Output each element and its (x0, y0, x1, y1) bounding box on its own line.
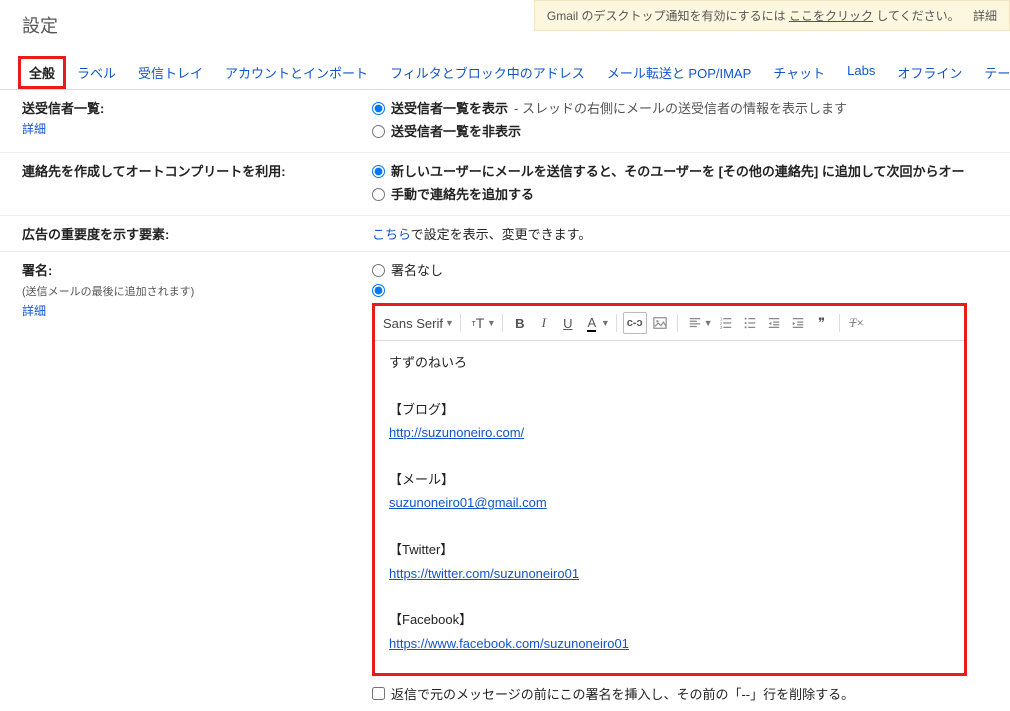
tab-filters[interactable]: フィルタとブロック中のアドレス (379, 56, 596, 89)
outdent-icon (767, 316, 781, 330)
numbered-list-icon: 123 (719, 316, 733, 330)
chevron-down-icon[interactable]: ▼ (487, 318, 496, 328)
signature-label: 署名: (22, 263, 52, 278)
tab-offline[interactable]: オフライン (886, 56, 973, 89)
bullet-list-icon (743, 316, 757, 330)
ads-desc: で設定を表示、変更できます。 (411, 227, 592, 242)
row-ads: 広告の重要度を示す要素: こちらで設定を表示、変更できます。 (0, 216, 1010, 252)
numbered-list-button[interactable]: 123 (715, 312, 737, 334)
insert-image-button[interactable] (649, 312, 671, 334)
senders-show-desc: - スレッドの右側にメールの送受信者の情報を表示します (514, 98, 847, 117)
tab-more[interactable]: テー (973, 56, 1010, 89)
notice-text: Gmail のデスクトップ通知を有効にするには (547, 9, 786, 23)
font-family-selector[interactable]: Sans Serif (383, 316, 447, 331)
blockquote-button[interactable]: ❞ (811, 312, 833, 334)
signature-note: (送信メールの最後に追加されます) (22, 283, 372, 299)
contacts-manual-label: 手動で連絡先を追加する (391, 184, 534, 203)
separator-icon (616, 314, 617, 332)
signature-textarea[interactable]: すずのねいろ 【ブログ】 http://suzunoneiro.com/ 【メー… (375, 341, 964, 673)
contacts-label: 連絡先を作成してオートコンプリートを利用: (22, 164, 286, 179)
senders-show-label: 送受信者一覧を表示 (391, 98, 508, 117)
sig-blog-link[interactable]: http://suzunoneiro.com/ (389, 425, 524, 440)
senders-hide-label: 送受信者一覧を非表示 (391, 121, 521, 140)
contacts-auto-radio[interactable] (372, 165, 385, 178)
image-icon (653, 316, 667, 330)
bullet-list-button[interactable] (739, 312, 761, 334)
signature-use-radio[interactable] (372, 284, 385, 297)
separator-icon (460, 314, 461, 332)
tab-labels[interactable]: ラベル (66, 56, 127, 89)
sig-mail-link[interactable]: suzunoneiro01@gmail.com (389, 495, 547, 510)
underline-button[interactable]: U (557, 312, 579, 334)
text-color-button[interactable]: A (581, 312, 603, 334)
indent-more-button[interactable] (787, 312, 809, 334)
notice-enable-link[interactable]: ここをクリック (789, 9, 873, 23)
sig-line-name: すずのねいろ (389, 351, 950, 374)
signature-none-label: 署名なし (391, 260, 443, 279)
sig-twitter-link[interactable]: https://twitter.com/suzunoneiro01 (389, 566, 579, 581)
signature-none-radio[interactable] (372, 264, 385, 277)
tab-inbox[interactable]: 受信トレイ (127, 56, 214, 89)
signature-editor-highlight: Sans Serif ▼ тT ▼ B I U A ▼ c-ɔ (372, 303, 967, 676)
signature-reply-label: 返信で元のメッセージの前にこの署名を挿入し、その前の「--」行を削除する。 (391, 684, 854, 703)
tab-general-highlight: 全般 (18, 56, 66, 89)
link-button[interactable]: c-ɔ (623, 312, 647, 334)
align-left-icon (688, 316, 702, 330)
signature-detail-link[interactable]: 詳細 (22, 302, 46, 319)
font-size-selector[interactable]: тT (467, 312, 489, 334)
indent-less-button[interactable] (763, 312, 785, 334)
senders-label: 送受信者一覧: (22, 101, 104, 116)
tab-general[interactable]: 全般 (29, 66, 55, 81)
senders-hide-radio[interactable] (372, 125, 385, 138)
italic-button[interactable]: I (533, 312, 555, 334)
sig-twitter-label: 【Twitter】 (389, 538, 950, 561)
ads-label: 広告の重要度を示す要素: (22, 227, 169, 242)
bold-button[interactable]: B (509, 312, 531, 334)
sig-blog-label: 【ブログ】 (389, 398, 950, 421)
row-signature: 署名: (送信メールの最後に追加されます) 詳細 署名なし Sans Serif… (0, 252, 1010, 711)
indent-icon (791, 316, 805, 330)
chevron-down-icon[interactable]: ▼ (704, 318, 713, 328)
row-contacts: 連絡先を作成してオートコンプリートを利用: 新しいユーザーにメールを送信すると、… (0, 153, 1010, 216)
settings-tabs: 全般 ラベル 受信トレイ アカウントとインポート フィルタとブロック中のアドレス… (0, 56, 1010, 90)
chevron-down-icon[interactable]: ▼ (601, 318, 610, 328)
separator-icon (677, 314, 678, 332)
sig-facebook-label: 【Facebook】 (389, 608, 950, 631)
contacts-auto-label: 新しいユーザーにメールを送信すると、そのユーザーを [その他の連絡先] に追加し… (391, 161, 964, 180)
align-button[interactable] (684, 312, 706, 334)
notice-suffix: してください。 (876, 9, 959, 23)
chevron-down-icon[interactable]: ▼ (445, 318, 454, 328)
senders-detail-link[interactable]: 詳細 (22, 120, 46, 137)
signature-reply-checkbox[interactable] (372, 687, 385, 700)
tab-accounts[interactable]: アカウントとインポート (214, 56, 379, 89)
contacts-manual-radio[interactable] (372, 188, 385, 201)
senders-show-radio[interactable] (372, 102, 385, 115)
separator-icon (839, 314, 840, 332)
tab-labs[interactable]: Labs (836, 56, 886, 89)
sig-facebook-link[interactable]: https://www.facebook.com/suzunoneiro01 (389, 636, 629, 651)
desktop-notification-notice: Gmail のデスクトップ通知を有効にするには ここをクリック してください。 … (534, 0, 1010, 31)
signature-toolbar: Sans Serif ▼ тT ▼ B I U A ▼ c-ɔ (375, 306, 964, 341)
svg-text:3: 3 (719, 325, 722, 330)
sig-mail-label: 【メール】 (389, 468, 950, 491)
separator-icon (502, 314, 503, 332)
ads-here-link[interactable]: こちら (372, 227, 411, 242)
row-senders: 送受信者一覧: 詳細 送受信者一覧を表示 - スレッドの右側にメールの送受信者の… (0, 90, 1010, 153)
tab-chat[interactable]: チャット (762, 56, 836, 89)
remove-formatting-button[interactable]: T✕ (846, 312, 868, 334)
tab-forwarding[interactable]: メール転送と POP/IMAP (596, 56, 762, 89)
notice-detail-link[interactable]: 詳細 (973, 9, 997, 23)
